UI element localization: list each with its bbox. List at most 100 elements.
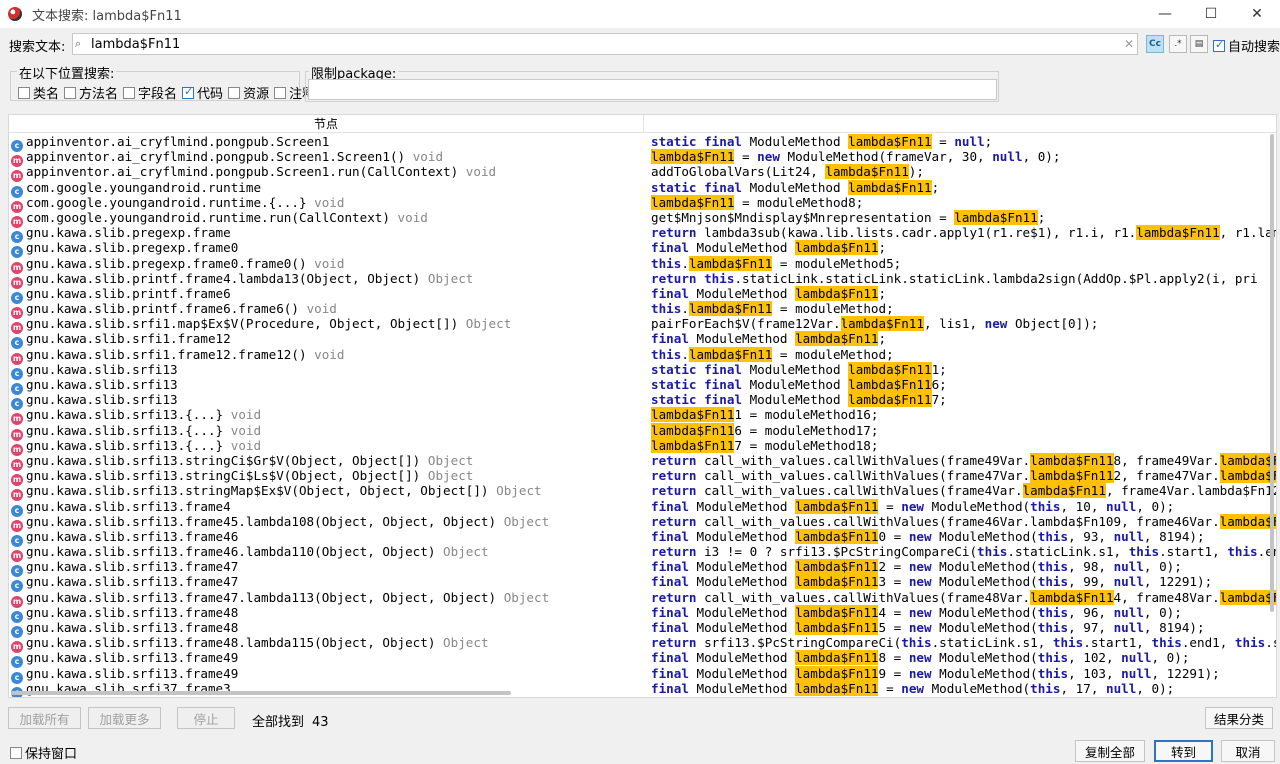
load-more-button[interactable]: 加载更多 <box>88 707 161 729</box>
table-row[interactable]: gnu.kawa.slib.srfi13 static final ModuleM… <box>9 361 1276 380</box>
clear-icon[interactable]: ✕ <box>1121 37 1137 51</box>
table-row[interactable]: gnu.kawa.slib.srfi13.frame48 final Module… <box>9 620 1276 638</box>
search-match-highlight: lambda$Fn11 <box>651 437 735 453</box>
code-cell: final ModuleMethod lambda$Fn115 = new Mo… <box>651 620 1205 635</box>
table-row[interactable]: gnu.kawa.slib.srfi13.frame45.lambda108(O… <box>9 513 1276 532</box>
code-keyword: this <box>1037 574 1069 590</box>
code-cell: return call_with_values.callWithValues(f… <box>651 513 1276 529</box>
table-row[interactable]: appinventor.ai_cryflmind.pongpub.Screen1… <box>9 134 1276 152</box>
code-cell: final ModuleMethod lambda$Fn110 = new Mo… <box>651 528 1205 544</box>
location-option[interactable]: 方法名 <box>64 83 118 102</box>
group-results-button[interactable]: 结果分类 <box>1205 707 1273 729</box>
table-row[interactable]: appinventor.ai_cryflmind.pongpub.Screen1… <box>9 164 1276 183</box>
code-keyword: null <box>992 149 1023 165</box>
code-keyword: return <box>651 513 697 529</box>
code-keyword: new <box>908 620 932 635</box>
table-row[interactable]: gnu.kawa.slib.srfi13.{...} void lambda$Fn… <box>9 437 1276 456</box>
table-row[interactable]: gnu.kawa.slib.srfi1.frame12.frame12() vo… <box>9 346 1276 365</box>
search-match-highlight: lambda$Fn11 <box>795 604 879 620</box>
table-row[interactable]: gnu.kawa.slib.srfi1.map$Ex$V(Procedure, … <box>9 316 1276 335</box>
load-all-button[interactable]: 加载所有 <box>8 707 81 729</box>
code-cell: static final ModuleMethod lambda$Fn11; <box>651 179 940 195</box>
table-row[interactable]: appinventor.ai_cryflmind.pongpub.Screen1… <box>9 149 1276 168</box>
search-match-highlight: lambda$Fn11 <box>795 620 879 635</box>
table-row[interactable]: gnu.kawa.slib.srfi13.frame49 final Module… <box>9 665 1276 684</box>
location-option[interactable]: 类名 <box>18 83 59 102</box>
table-row[interactable]: gnu.kawa.slib.srfi13.frame47 final Module… <box>9 574 1276 593</box>
vertical-scrollbar[interactable] <box>1268 134 1276 692</box>
location-option[interactable]: 代码 <box>182 83 223 102</box>
goto-button[interactable]: 转到 <box>1154 740 1213 762</box>
maximize-button[interactable]: ☐ <box>1188 0 1234 28</box>
code-keyword: this <box>651 301 682 317</box>
code-keyword: static <box>651 361 697 377</box>
search-match-highlight: lambda$Fn11 <box>651 422 735 438</box>
code-cell: pairForEach$V(frame12Var.lambda$Fn11, li… <box>651 316 1099 332</box>
cancel-button[interactable]: 取消 <box>1221 740 1275 762</box>
location-option[interactable]: 字段名 <box>123 83 177 102</box>
code-cell: final ModuleMethod lambda$Fn113 = new Mo… <box>651 574 1213 590</box>
search-match-highlight: lambda$Fn11 <box>795 331 879 347</box>
code-cell: return this.staticLink.staticLink.static… <box>651 270 1258 286</box>
copy-all-button[interactable]: 复制全部 <box>1075 740 1145 762</box>
table-row[interactable]: gnu.kawa.slib.pregexp.frame0.frame0() vo… <box>9 255 1276 274</box>
package-filter-input[interactable] <box>308 79 997 100</box>
table-row[interactable]: gnu.kawa.slib.pregexp.frame return lambda… <box>9 225 1276 244</box>
code-cell: return call_with_values.callWithValues(f… <box>651 452 1276 468</box>
search-input[interactable] <box>91 36 1121 52</box>
code-keyword: null <box>1113 559 1144 575</box>
case-sensitive-toggle[interactable]: Cc <box>1146 35 1164 53</box>
code-keyword: this <box>977 544 1008 560</box>
node-name: gnu.kawa.slib.srfi13 <box>26 377 178 392</box>
table-row[interactable]: gnu.kawa.slib.srfi13.frame49 final Module… <box>9 650 1276 669</box>
table-row[interactable]: gnu.kawa.slib.srfi13.frame47.lambda113(O… <box>9 589 1276 608</box>
node-name: gnu.kawa.slib.srfi13.frame49 <box>26 650 239 666</box>
table-row[interactable]: com.google.youngandroid.runtime.{...} vo… <box>9 194 1276 213</box>
results-rows: appinventor.ai_cryflmind.pongpub.Screen1… <box>9 134 1276 697</box>
table-row[interactable]: gnu.kawa.slib.srfi13.stringCi$Gr$V(Objec… <box>9 452 1276 471</box>
stop-button[interactable]: 停止 <box>177 707 235 729</box>
table-row[interactable]: gnu.kawa.slib.printf.frame6.frame6() voi… <box>9 301 1276 320</box>
table-row[interactable]: gnu.kawa.slib.srfi13 static final ModuleM… <box>9 392 1276 411</box>
table-row[interactable]: gnu.kawa.slib.srfi13.frame46.lambda110(O… <box>9 544 1276 563</box>
code-cell: this.lambda$Fn11 = moduleMethod5; <box>651 255 902 271</box>
node-name: gnu.kawa.slib.srfi13 <box>26 392 178 408</box>
table-row[interactable]: gnu.kawa.slib.srfi13.frame4 final ModuleM… <box>9 498 1276 517</box>
table-row[interactable]: com.google.youngandroid.runtime.run(Call… <box>9 209 1276 228</box>
auto-search-checkbox[interactable]: 自动搜索 <box>1213 36 1280 55</box>
table-row[interactable]: gnu.kawa.slib.srfi13.stringCi$Ls$V(Objec… <box>9 468 1276 487</box>
code-cell: get$Mnjson$Mndisplay$Mnrepresentation = … <box>651 209 1046 225</box>
code-cell: this.lambda$Fn11 = moduleMethod; <box>651 346 894 362</box>
regex-toggle[interactable]: .* <box>1169 35 1187 53</box>
column-header-node[interactable]: 节点 <box>9 115 644 133</box>
table-row[interactable]: com.google.youngandroid.runtime static fi… <box>9 179 1276 198</box>
table-row[interactable]: gnu.kawa.slib.srfi13.frame46 final Module… <box>9 528 1276 547</box>
table-row[interactable]: gnu.kawa.slib.srfi13 static final ModuleM… <box>9 377 1276 395</box>
checkbox-icon <box>64 86 77 99</box>
close-button[interactable]: ✕ <box>1234 0 1280 28</box>
table-row[interactable]: gnu.kawa.slib.srfi1.frame12 final ModuleM… <box>9 331 1276 350</box>
table-row[interactable]: gnu.kawa.slib.srfi13.frame47 final Module… <box>9 559 1276 578</box>
code-cell: lambda$Fn116 = moduleMethod17; <box>651 422 879 438</box>
horizontal-scrollbar[interactable] <box>11 690 643 696</box>
checkbox-icon <box>274 86 287 99</box>
table-row[interactable]: gnu.kawa.slib.printf.frame6 final ModuleM… <box>9 285 1276 304</box>
minimize-button[interactable]: — <box>1142 0 1188 28</box>
location-option[interactable]: 资源 <box>228 83 269 102</box>
table-row[interactable]: gnu.kawa.slib.srfi13.{...} void lambda$Fn… <box>9 407 1276 426</box>
node-name: gnu.kawa.slib.srfi13.stringMap$Ex$V(Obje… <box>26 483 489 499</box>
table-row[interactable]: gnu.kawa.slib.srfi13.frame48 final Module… <box>9 604 1276 623</box>
table-row[interactable]: gnu.kawa.slib.srfi13.stringMap$Ex$V(Obje… <box>9 483 1276 502</box>
table-row[interactable]: gnu.kawa.slib.srfi13.frame48.lambda115(O… <box>9 635 1276 654</box>
node-return-type: Object <box>496 483 542 499</box>
node-name: com.google.youngandroid.runtime.run(Call… <box>26 209 390 225</box>
whole-word-toggle[interactable]: ▤ <box>1190 35 1208 53</box>
location-option-label: 方法名 <box>79 87 119 102</box>
table-row[interactable]: gnu.kawa.slib.pregexp.frame0 final Module… <box>9 240 1276 259</box>
code-keyword: new <box>901 680 924 696</box>
table-row[interactable]: gnu.kawa.slib.srfi13.{...} void lambda$Fn… <box>9 422 1276 441</box>
title-bar: 文本搜索: lambda$Fn11 — ☐ ✕ <box>0 0 1280 28</box>
keep-window-checkbox[interactable]: 保持窗口 <box>10 743 77 762</box>
table-row[interactable]: gnu.kawa.slib.printf.frame4.lambda13(Obj… <box>9 270 1276 289</box>
code-keyword: final <box>704 361 743 377</box>
